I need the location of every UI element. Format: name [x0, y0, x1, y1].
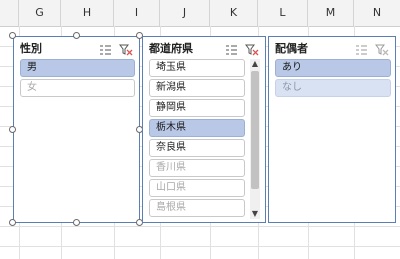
slicer-toolbar — [99, 41, 133, 56]
slicer-item[interactable]: あり — [275, 59, 391, 77]
scroll-up-arrow-icon[interactable]: ▲ — [250, 59, 260, 69]
resize-handle[interactable] — [73, 219, 80, 226]
slicer-item[interactable]: 男 — [20, 59, 135, 77]
spreadsheet: G H I J K L M N 性別 男 女 都道府県 埼玉県 新潟県 静岡県 … — [0, 0, 400, 259]
column-header-g[interactable]: G — [19, 0, 61, 26]
scrollbar[interactable]: ▲ ▼ — [250, 59, 260, 219]
slicer-item[interactable]: 島根県 — [149, 199, 245, 217]
column-header-bar: G H I J K L M N — [0, 0, 400, 27]
multi-select-icon[interactable] — [355, 41, 369, 55]
column-header-m[interactable]: M — [308, 0, 354, 26]
grid-line — [0, 246, 400, 247]
slicer-item[interactable]: 女 — [20, 79, 135, 97]
column-header-k[interactable]: K — [210, 0, 258, 26]
column-header-n[interactable]: N — [354, 0, 400, 26]
scrollbar-thumb[interactable] — [251, 71, 259, 189]
slicer-item[interactable]: 埼玉県 — [149, 59, 245, 77]
grid-line — [0, 226, 400, 227]
resize-handle[interactable] — [9, 32, 16, 39]
clear-filter-icon[interactable] — [375, 41, 389, 56]
column-header-l[interactable]: L — [258, 0, 308, 26]
slicer-item[interactable]: なし — [275, 79, 391, 97]
slicer-item[interactable]: 奈良県 — [149, 139, 245, 157]
slicer-title: 配偶者 — [275, 42, 308, 55]
slicer-title: 性別 — [20, 42, 42, 55]
resize-handle[interactable] — [9, 126, 16, 133]
slicer-item[interactable]: 香川県 — [149, 159, 245, 177]
slicer-spouse[interactable]: 配偶者 あり なし — [268, 36, 396, 223]
slicer-prefecture[interactable]: 都道府県 埼玉県 新潟県 静岡県 栃木県 奈良県 香川県 山口県 島根県 ▲ ▼ — [142, 36, 266, 223]
column-header-h[interactable]: H — [61, 0, 114, 26]
slicer-item[interactable]: 栃木県 — [149, 119, 245, 137]
row-corner[interactable] — [0, 0, 19, 26]
clear-filter-icon[interactable] — [119, 41, 133, 56]
slicer-title: 都道府県 — [149, 42, 193, 55]
column-header-i[interactable]: I — [114, 0, 160, 26]
slicer-item[interactable]: 静岡県 — [149, 99, 245, 117]
resize-handle[interactable] — [9, 219, 16, 226]
slicer-item[interactable]: 山口県 — [149, 179, 245, 197]
slicer-toolbar — [355, 41, 389, 56]
resize-handle[interactable] — [73, 32, 80, 39]
clear-filter-icon[interactable] — [245, 41, 259, 56]
column-header-j[interactable]: J — [160, 0, 210, 26]
scroll-down-arrow-icon[interactable]: ▼ — [250, 209, 260, 219]
slicer-gender[interactable]: 性別 男 女 — [13, 36, 140, 223]
multi-select-icon[interactable] — [225, 41, 239, 55]
slicer-toolbar — [225, 41, 259, 56]
multi-select-icon[interactable] — [99, 41, 113, 55]
slicer-item[interactable]: 新潟県 — [149, 79, 245, 97]
